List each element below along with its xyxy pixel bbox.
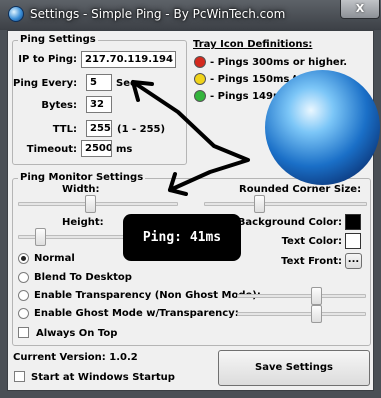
arrow-line	[131, 80, 250, 192]
annotation-arrows	[131, 80, 250, 196]
settings-window: Settings - Simple Ping - By PcWinTech.co…	[0, 0, 381, 398]
